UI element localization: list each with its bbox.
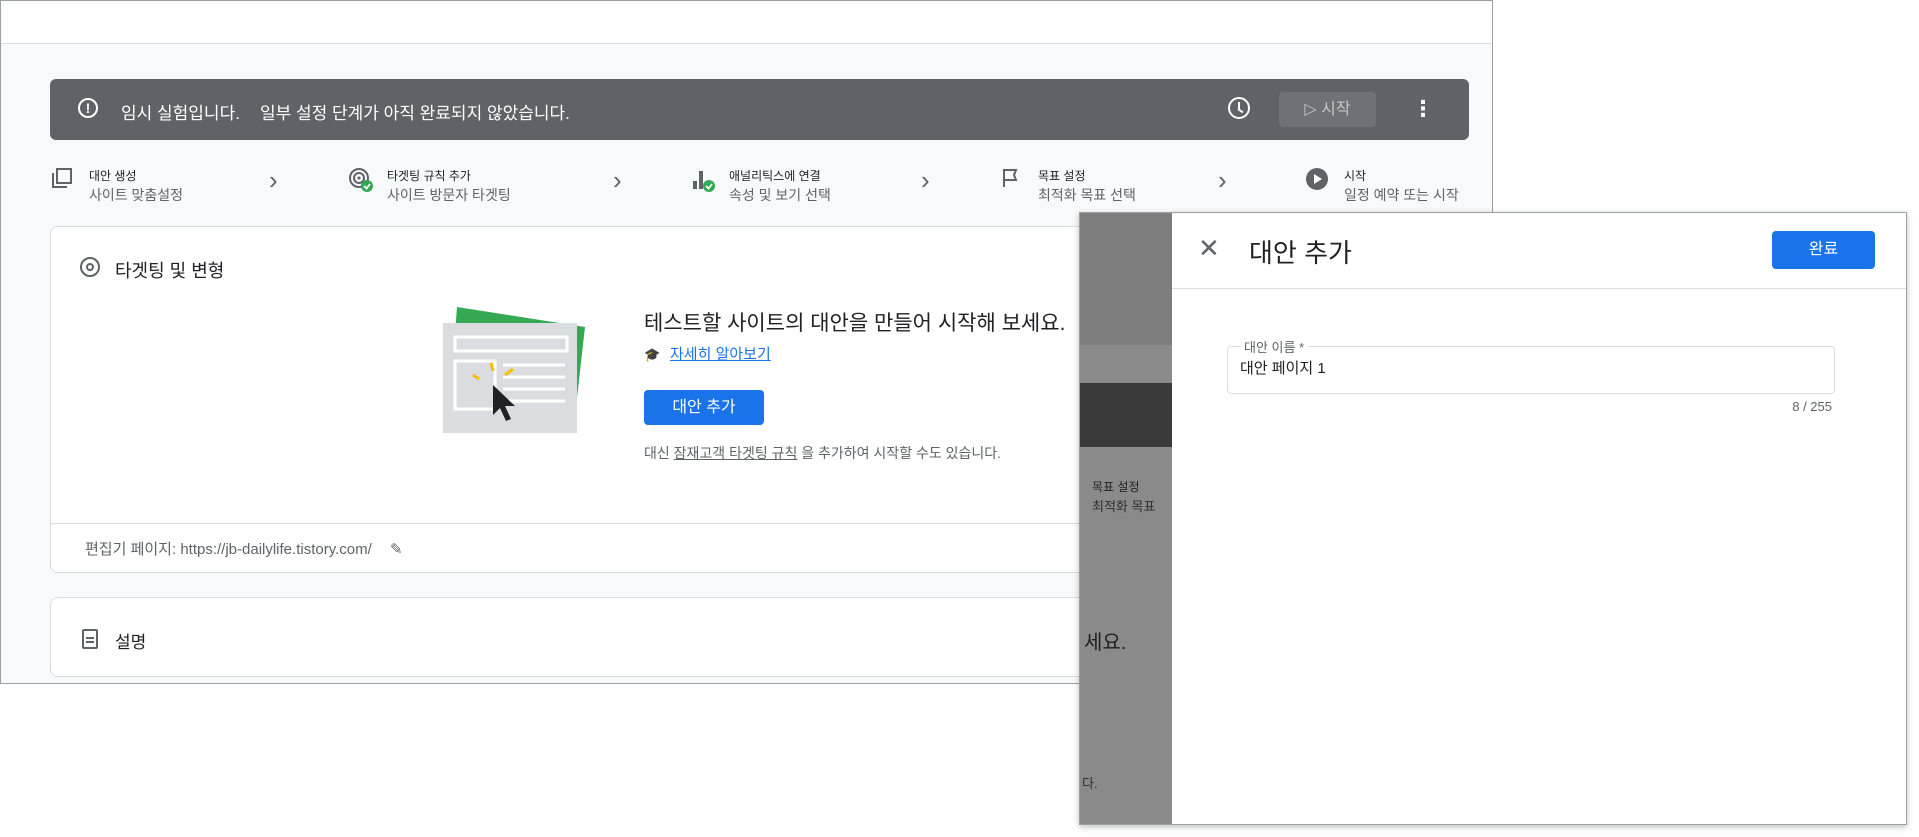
start-button[interactable]: ▷ 시작 xyxy=(1279,92,1376,127)
draft-banner: ! 임시 실험입니다. 일부 설정 단계가 아직 완료되지 않았습니다. ▷ 시… xyxy=(50,79,1469,140)
character-counter: 8 / 255 xyxy=(1792,399,1832,414)
add-variant-dialog-frame: 목표 설정 최적화 목표 세요. 다. ✕ 대안 추가 완료 대안 이름 * 8… xyxy=(1079,212,1907,825)
target-check-icon xyxy=(348,167,373,192)
step-subtitle: 속성 및 보기 선택 xyxy=(729,187,831,203)
variant-name-input[interactable] xyxy=(1240,359,1800,376)
card-title: 설명 xyxy=(115,633,147,652)
scrim-top xyxy=(1080,213,1172,345)
panel-title: 대안 추가 xyxy=(1249,238,1352,268)
editor-url: https://jb-dailylife.tistory.com/ xyxy=(180,541,372,558)
edit-icon[interactable]: ✎ xyxy=(390,540,403,558)
flag-icon xyxy=(999,167,1023,191)
step-title: 타겟팅 규칙 추가 xyxy=(387,169,471,183)
alternative-hint: 대신 잠재고객 타겟팅 규칙 을 추가하여 시작할 수도 있습니다. xyxy=(644,443,1001,463)
learn-more-label: 자세히 알아보기 xyxy=(670,346,771,363)
step-title: 시작 xyxy=(1344,169,1367,183)
banner-message: 임시 실험입니다. xyxy=(121,104,240,123)
step-title: 애널리틱스에 연결 xyxy=(729,169,821,183)
scrim-banner xyxy=(1080,383,1172,447)
document-icon xyxy=(82,629,98,649)
field-label: 대안 이름 * xyxy=(1240,337,1309,356)
setup-steps: 대안 생성 사이트 맞춤설정 › 타겟팅 규칙 추가 사이트 방문자 타겟팅 ›… xyxy=(50,161,1470,205)
more-vert-icon[interactable]: ⋮ xyxy=(1412,97,1434,121)
copy-icon xyxy=(50,167,74,191)
alt-prefix: 대신 xyxy=(644,445,670,461)
chevron-right-icon: › xyxy=(613,165,622,195)
clock-icon[interactable] xyxy=(1228,97,1250,119)
step-subtitle: 사이트 방문자 타겟팅 xyxy=(387,187,511,203)
done-button[interactable]: 완료 xyxy=(1772,231,1875,269)
editor-label: 편집기 페이지: xyxy=(85,541,177,558)
page-illustration xyxy=(443,305,595,439)
audience-targeting-rule-link[interactable]: 잠재고객 타겟팅 규칙 xyxy=(674,445,798,461)
analytics-check-icon xyxy=(690,167,715,192)
warning-icon: ! xyxy=(78,98,98,118)
scrim-text-tail: 다. xyxy=(1082,776,1098,791)
alt-suffix: 을 추가하여 시작할 수도 있습니다. xyxy=(801,445,1002,461)
empty-state-prompt: 테스트할 사이트의 대안을 만들어 시작해 보세요. xyxy=(644,312,1066,335)
editor-page-row: 편집기 페이지: https://jb-dailylife.tistory.co… xyxy=(85,538,403,559)
close-icon[interactable]: ✕ xyxy=(1198,235,1220,261)
card-title: 타겟팅 및 변형 xyxy=(115,261,225,281)
scrim-step-subtitle: 최적화 목표 xyxy=(1092,499,1156,514)
step-subtitle: 사이트 맞춤설정 xyxy=(89,187,184,203)
add-variant-button[interactable]: 대안 추가 xyxy=(644,390,764,425)
chevron-right-icon: › xyxy=(921,165,930,195)
step-title: 목표 설정 xyxy=(1038,169,1086,183)
learn-more-link[interactable]: 🎓 자세히 알아보기 xyxy=(644,343,771,364)
step-subtitle: 최적화 목표 선택 xyxy=(1038,187,1136,203)
play-circle-icon xyxy=(1305,167,1329,191)
chevron-right-icon: › xyxy=(1218,165,1227,195)
panel-header: ✕ 대안 추가 완료 xyxy=(1172,213,1906,289)
step-title: 대안 생성 xyxy=(89,169,137,183)
scrim-step-title: 목표 설정 xyxy=(1092,480,1140,494)
target-icon xyxy=(80,257,100,277)
banner-message-detail: 일부 설정 단계가 아직 완료되지 않았습니다. xyxy=(260,104,570,123)
variant-name-field[interactable]: 대안 이름 * xyxy=(1227,337,1835,394)
school-icon: 🎓 xyxy=(644,347,661,362)
step-subtitle: 일정 예약 또는 시작 xyxy=(1344,187,1459,203)
chevron-right-icon: › xyxy=(269,165,278,195)
background-scrim: 목표 설정 최적화 목표 세요. 다. xyxy=(1080,213,1172,824)
add-variant-panel: ✕ 대안 추가 완료 대안 이름 * 8 / 255 xyxy=(1172,213,1906,824)
scrim-prompt-tail: 세요. xyxy=(1084,632,1127,654)
top-bar xyxy=(1,1,1492,44)
